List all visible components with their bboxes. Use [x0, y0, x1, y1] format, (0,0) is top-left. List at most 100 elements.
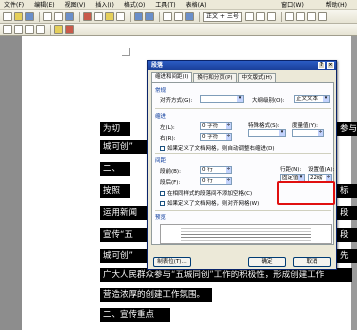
menu-insert[interactable]: 插入(I) — [95, 0, 113, 9]
indent-section-title: 缩进 — [155, 114, 167, 120]
menu-file[interactable]: 文件(F) — [4, 0, 24, 9]
doc-fragment[interactable]: 先 — [337, 249, 357, 263]
doc-line[interactable]: 为切 — [100, 122, 130, 136]
no-space-same-style-text: 在相同样式的段落间不添加空格(C) — [167, 191, 253, 197]
print-preview-icon[interactable] — [54, 12, 63, 21]
toolbar-separator — [39, 11, 40, 22]
right-indent-spinner[interactable]: 0 字符 — [200, 133, 232, 141]
drawing-icon[interactable] — [185, 12, 194, 21]
outline-level-select[interactable]: 正文文本 — [294, 95, 330, 103]
doc-line[interactable]: 广大人民群众参与“五城同创”工作的积极性，形成创建工作 — [100, 268, 352, 282]
align-right-icon[interactable] — [306, 12, 316, 21]
spacing-section-title: 间距 — [155, 158, 167, 164]
format-painter-icon[interactable] — [116, 12, 125, 21]
preview-line — [181, 237, 311, 238]
cancel-button[interactable]: 取消 — [293, 257, 331, 267]
by-spinner[interactable] — [292, 129, 324, 137]
toolbar-separator — [199, 11, 200, 22]
snap-to-grid-text: 如果定义了文档网格，则对齐网格(W) — [167, 201, 260, 207]
help-icon[interactable]: ? — [318, 62, 325, 69]
highlight-icon[interactable] — [54, 25, 63, 34]
doc-fragment[interactable]: 段 — [337, 206, 357, 220]
menu-tools[interactable]: 工具(T) — [155, 0, 175, 9]
divider — [155, 153, 331, 154]
dialog-titlebar[interactable]: 段落 ? × — [148, 61, 336, 70]
doc-line[interactable]: 二、 — [100, 162, 130, 176]
numbering-icon[interactable] — [3, 25, 12, 34]
paragraph-dialog: 段落 ? × 缩进和间距(I) 换行和分页(P) 中文版式(H) 常规 对齐方式… — [147, 60, 337, 270]
tab-asian-typography[interactable]: 中文版式(H) — [237, 73, 276, 82]
menu-edit[interactable]: 编辑(E) — [34, 0, 54, 9]
doc-line[interactable]: 营造浓厚的创建工作氛围。 — [100, 288, 212, 302]
increase-indent-icon[interactable] — [36, 25, 45, 34]
new-icon[interactable] — [3, 12, 12, 21]
columns-icon[interactable] — [174, 12, 183, 21]
paragraph-preview — [160, 224, 332, 244]
doc-line[interactable]: 运用新闻 — [100, 206, 148, 220]
left-indent-spinner[interactable]: 0 字符 — [200, 122, 232, 130]
doc-fragment[interactable]: 参与 — [337, 122, 357, 136]
menu-view[interactable]: 视图(V) — [65, 0, 86, 9]
font-color-icon[interactable] — [65, 25, 74, 34]
special-select[interactable] — [248, 129, 286, 137]
doc-line[interactable]: 宣传“五 — [100, 228, 148, 242]
doc-fragment[interactable]: 段 — [337, 228, 357, 242]
bold-icon[interactable] — [244, 12, 254, 21]
cut-icon[interactable] — [83, 12, 92, 21]
alignment-select[interactable] — [200, 95, 244, 103]
doc-line[interactable]: 城可创” — [100, 140, 148, 154]
print-icon[interactable] — [43, 12, 52, 21]
close-icon[interactable]: × — [327, 62, 334, 69]
after-spinner[interactable]: 0 行 — [200, 177, 232, 185]
save-icon[interactable] — [25, 12, 34, 21]
menu-format[interactable]: 格式(O) — [124, 0, 145, 9]
tab-line-page-breaks[interactable]: 换行和分页(P) — [193, 73, 237, 82]
left-indent-label: 左(L): — [160, 125, 175, 131]
doc-fragment[interactable]: 标 — [337, 184, 357, 198]
before-label: 段前(B): — [160, 169, 181, 175]
checkbox-box — [160, 200, 165, 206]
style-select[interactable]: 正文 + 三号 — [203, 11, 242, 22]
checkbox-box — [160, 190, 165, 196]
preview-section-title: 预览 — [155, 215, 167, 221]
special-label: 特殊格式(S): — [248, 123, 280, 129]
menu-window[interactable]: 窗口(W) — [281, 0, 304, 9]
menu-table[interactable]: 表格(A) — [186, 0, 207, 9]
open-icon[interactable] — [14, 12, 23, 21]
copy-icon[interactable] — [94, 12, 103, 21]
spelling-icon[interactable] — [65, 12, 74, 21]
table-icon[interactable] — [163, 12, 172, 21]
before-spinner[interactable]: 0 行 — [200, 166, 232, 174]
paste-icon[interactable] — [105, 12, 114, 21]
italic-icon[interactable] — [255, 12, 265, 21]
toolbar-separator — [50, 24, 51, 35]
alignment-label: 对齐方式(G): — [160, 98, 193, 104]
undo-icon[interactable] — [134, 12, 143, 21]
menu-bar: 文件(F) 编辑(E) 视图(V) 插入(I) 格式(O) 工具(T) 表格(A… — [0, 0, 357, 10]
align-left-icon[interactable] — [284, 12, 294, 21]
toolbar-separator — [130, 11, 131, 22]
line-spacing-label: 行距(N): — [280, 167, 302, 173]
tabs-button[interactable]: 制表位(T)... — [153, 257, 191, 267]
snap-to-grid-checkbox[interactable]: 如果定义了文档网格，则对齐网格(W) — [160, 199, 259, 207]
redo-icon[interactable] — [145, 12, 154, 21]
page-margin-mark — [122, 48, 130, 56]
standard-toolbar: 正文 + 三号 — [0, 10, 357, 24]
bullets-icon[interactable] — [14, 25, 23, 34]
mirror-indent-checkbox[interactable]: 如果定义了文档网格，则自动调整右缩进(D) — [160, 144, 275, 152]
tab-panel: 常规 对齐方式(G): 大纲级别(O): 正文文本 缩进 左(L): 0 字符 … — [151, 82, 335, 245]
ok-button[interactable]: 确定 — [248, 257, 286, 267]
doc-line[interactable]: 二、宣传重点 — [100, 308, 170, 322]
tab-indents-spacing[interactable]: 缩进和间距(I) — [151, 72, 193, 82]
after-label: 段后(F): — [160, 180, 181, 186]
align-center-icon[interactable] — [295, 12, 305, 21]
decrease-indent-icon[interactable] — [25, 25, 34, 34]
doc-line[interactable]: 按照 — [100, 184, 130, 198]
menu-help[interactable]: 帮助(H) — [326, 0, 347, 9]
underline-icon[interactable] — [266, 12, 276, 21]
preview-line — [181, 231, 311, 232]
justify-icon[interactable] — [317, 12, 327, 21]
vertical-ruler — [0, 36, 22, 330]
doc-line[interactable]: 城可创” — [100, 249, 148, 263]
no-space-same-style-checkbox[interactable]: 在相同样式的段落间不添加空格(C) — [160, 189, 252, 197]
